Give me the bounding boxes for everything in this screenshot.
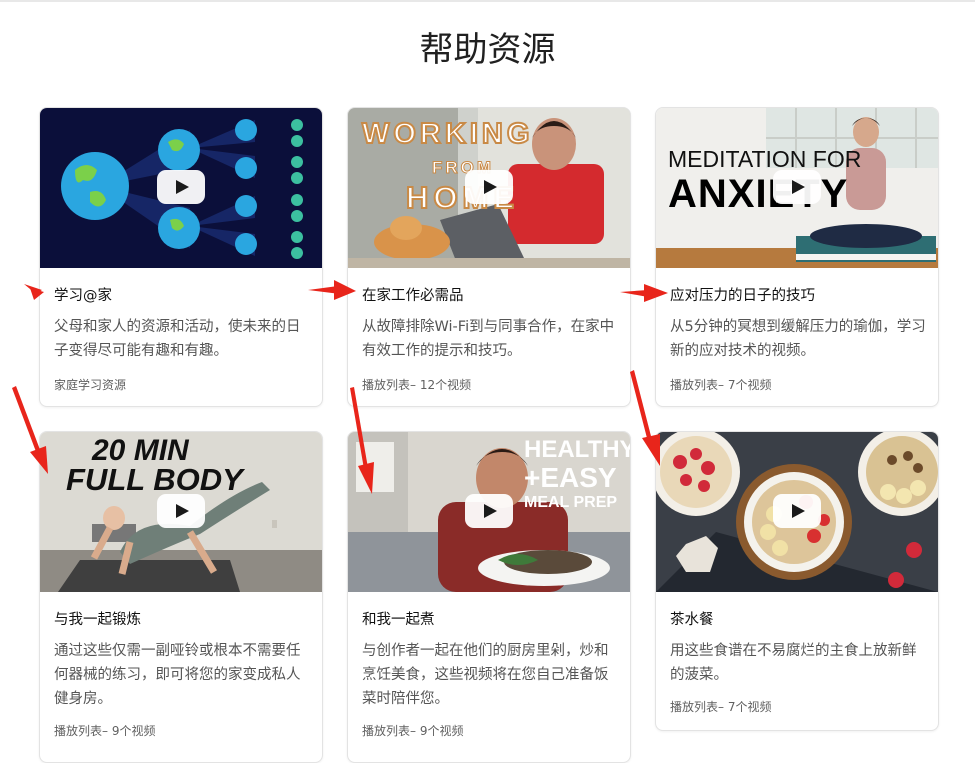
card-description: 从故障排除Wi-Fi到与同事合作，在家中有效工作的提示和技巧。 bbox=[362, 319, 615, 359]
thumbnail-overlay-subtitle: +EASY bbox=[524, 462, 617, 493]
card-description: 与创作者一起在他们的厨房里剁，炒和烹饪美食，这些视频将在您自己准备饭菜时陪伴您。 bbox=[362, 643, 609, 707]
card-description: 从5分钟的冥想到缓解压力的瑜伽，学习新的应对技术的视频。 bbox=[670, 319, 926, 359]
play-icon[interactable] bbox=[773, 170, 821, 204]
card-learn-at-home[interactable]: 学习@家 父母和家人的资源和活动，使未来的日子变得尽可能有趣和有趣。 家庭学习资… bbox=[39, 107, 323, 407]
play-icon[interactable] bbox=[157, 170, 205, 204]
card-description: 通过这些仅需一副哑铃或根本不需要任何器械的练习，即可将您的家变成私人健身房。 bbox=[54, 643, 301, 707]
card-description: 用这些食谱在不易腐烂的主食上放新鲜的菠菜。 bbox=[670, 643, 917, 683]
thumbnail-overlay-subtitle: ANXIETY bbox=[668, 172, 849, 216]
card-meta: 播放列表– 7个视频 bbox=[670, 700, 772, 714]
card-title: 与我一起锻炼 bbox=[54, 612, 141, 628]
card-meta: 家庭学习资源 bbox=[54, 378, 127, 392]
play-icon[interactable] bbox=[465, 170, 513, 204]
thumbnail-overlay-subtitle: FULL BODY bbox=[66, 462, 243, 497]
card-meta: 播放列表– 9个视频 bbox=[54, 724, 156, 738]
cooking-thumbnail[interactable]: HEALTHY +EASY MEAL PREP bbox=[348, 432, 630, 592]
card-stress-tips[interactable]: MEDITATION FOR ANXIETY 应对压力的日子的技巧 从5分钟的冥… bbox=[655, 107, 939, 407]
card-work-from-home[interactable]: WORKING FROM HOME 在家工作必需品 从故障排除Wi-Fi到与同事… bbox=[347, 107, 631, 407]
working-from-home-thumbnail[interactable]: WORKING FROM HOME bbox=[348, 108, 630, 268]
thumbnail-overlay-title: WORKING bbox=[361, 117, 534, 151]
card-meta: 播放列表– 7个视频 bbox=[670, 378, 772, 392]
card-title: 学习@家 bbox=[54, 288, 112, 304]
meditation-thumbnail[interactable]: MEDITATION FOR ANXIETY bbox=[656, 108, 938, 268]
card-cook-with-me[interactable]: HEALTHY +EASY MEAL PREP 和我一起煮 与创作者一起在他们的… bbox=[347, 431, 631, 763]
card-workout[interactable]: 20 MIN FULL BODY 与我一起锻炼 通过这些仅需一副哑铃或根本不需要… bbox=[39, 431, 323, 763]
play-icon[interactable] bbox=[465, 494, 513, 528]
thumbnail-overlay-title: HEALTHY bbox=[524, 436, 630, 463]
card-title: 茶水餐 bbox=[670, 612, 714, 628]
thumbnail-overlay-title: MEDITATION FOR bbox=[668, 146, 862, 172]
card-title: 应对压力的日子的技巧 bbox=[670, 288, 815, 304]
play-icon[interactable] bbox=[157, 494, 205, 528]
card-meta: 播放列表– 12个视频 bbox=[362, 378, 472, 392]
card-title: 在家工作必需品 bbox=[362, 288, 464, 304]
workout-thumbnail[interactable]: 20 MIN FULL BODY bbox=[40, 432, 322, 592]
card-title: 和我一起煮 bbox=[362, 612, 435, 628]
globe-network-thumbnail[interactable] bbox=[40, 108, 322, 268]
thumbnail-overlay-subtitle: MEAL PREP bbox=[524, 494, 618, 511]
top-divider bbox=[0, 0, 975, 2]
card-description: 父母和家人的资源和活动，使未来的日子变得尽可能有趣和有趣。 bbox=[54, 319, 301, 359]
card-pantry-meals[interactable]: 茶水餐 用这些食谱在不易腐烂的主食上放新鲜的菠菜。 播放列表– 7个视频 bbox=[655, 431, 939, 731]
page-title: 帮助资源 bbox=[419, 30, 556, 70]
card-meta: 播放列表– 9个视频 bbox=[362, 724, 464, 738]
play-icon[interactable] bbox=[773, 494, 821, 528]
oatmeal-bowls-thumbnail[interactable] bbox=[656, 432, 938, 592]
